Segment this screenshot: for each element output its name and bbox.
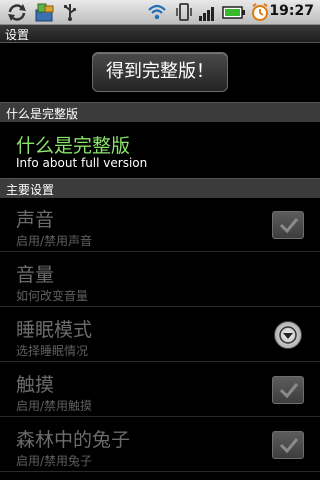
title-bar: 设置: [0, 25, 320, 43]
pref-title: 声音: [16, 209, 55, 231]
dropdown-arrow-icon: [279, 326, 297, 344]
pref-subtitle: 启用/禁用声音: [16, 234, 93, 248]
section-header-main-settings: 主要设置: [0, 178, 320, 198]
pref-subtitle: 启用/禁用触摸: [16, 399, 93, 413]
rabbits-checkbox[interactable]: [272, 431, 304, 459]
info-title: 什么是完整版: [16, 135, 131, 157]
pref-sleep-mode[interactable]: 睡眠模式 选择睡眠情况: [0, 308, 320, 362]
full-version-button-area: 得到完整版！: [0, 44, 320, 102]
pref-volume[interactable]: 音量 如何改变音量: [0, 253, 320, 307]
check-icon: [279, 383, 299, 399]
vibrate-icon: [176, 3, 192, 21]
pref-sound[interactable]: 声音 启用/禁用声音: [0, 198, 320, 252]
pref-touch[interactable]: 触摸 启用/禁用触摸: [0, 363, 320, 417]
info-full-version-item[interactable]: 什么是完整版 Info about full version: [0, 123, 320, 177]
pref-subtitle: 选择睡眠情况: [16, 344, 89, 358]
get-full-version-button[interactable]: 得到完整版！: [92, 52, 228, 92]
signal-icon: [199, 7, 214, 21]
check-icon: [279, 218, 299, 234]
usb-icon: [64, 4, 77, 21]
pref-forest-rabbits[interactable]: 森林中的兔子 启用/禁用兔子: [0, 418, 320, 472]
status-time: 19:27: [269, 3, 314, 19]
pref-subtitle: 如何改变音量: [16, 289, 89, 303]
pref-title: 触摸: [16, 374, 55, 396]
sound-checkbox[interactable]: [272, 211, 304, 239]
check-icon: [279, 438, 299, 454]
touch-checkbox[interactable]: [272, 376, 304, 404]
alarm-icon: [252, 3, 268, 21]
screen-title: 设置: [5, 28, 30, 42]
pref-title: 音量: [16, 264, 55, 286]
status-bar: 19:27: [0, 0, 320, 25]
pref-title: 睡眠模式: [16, 319, 93, 341]
pref-subtitle: 启用/禁用兔子: [16, 454, 93, 468]
section-label: 主要设置: [6, 183, 55, 197]
battery-icon: [222, 6, 245, 19]
section-label: 什么是完整版: [6, 107, 79, 121]
wifi-icon: [148, 4, 166, 20]
info-subtitle: Info about full version: [16, 156, 148, 170]
section-header-full-version: 什么是完整版: [0, 102, 320, 122]
pref-title: 森林中的兔子: [16, 429, 131, 451]
app-notification-icon: [35, 3, 54, 22]
sync-icon: [8, 4, 26, 21]
sleep-mode-dropdown[interactable]: [274, 321, 302, 349]
